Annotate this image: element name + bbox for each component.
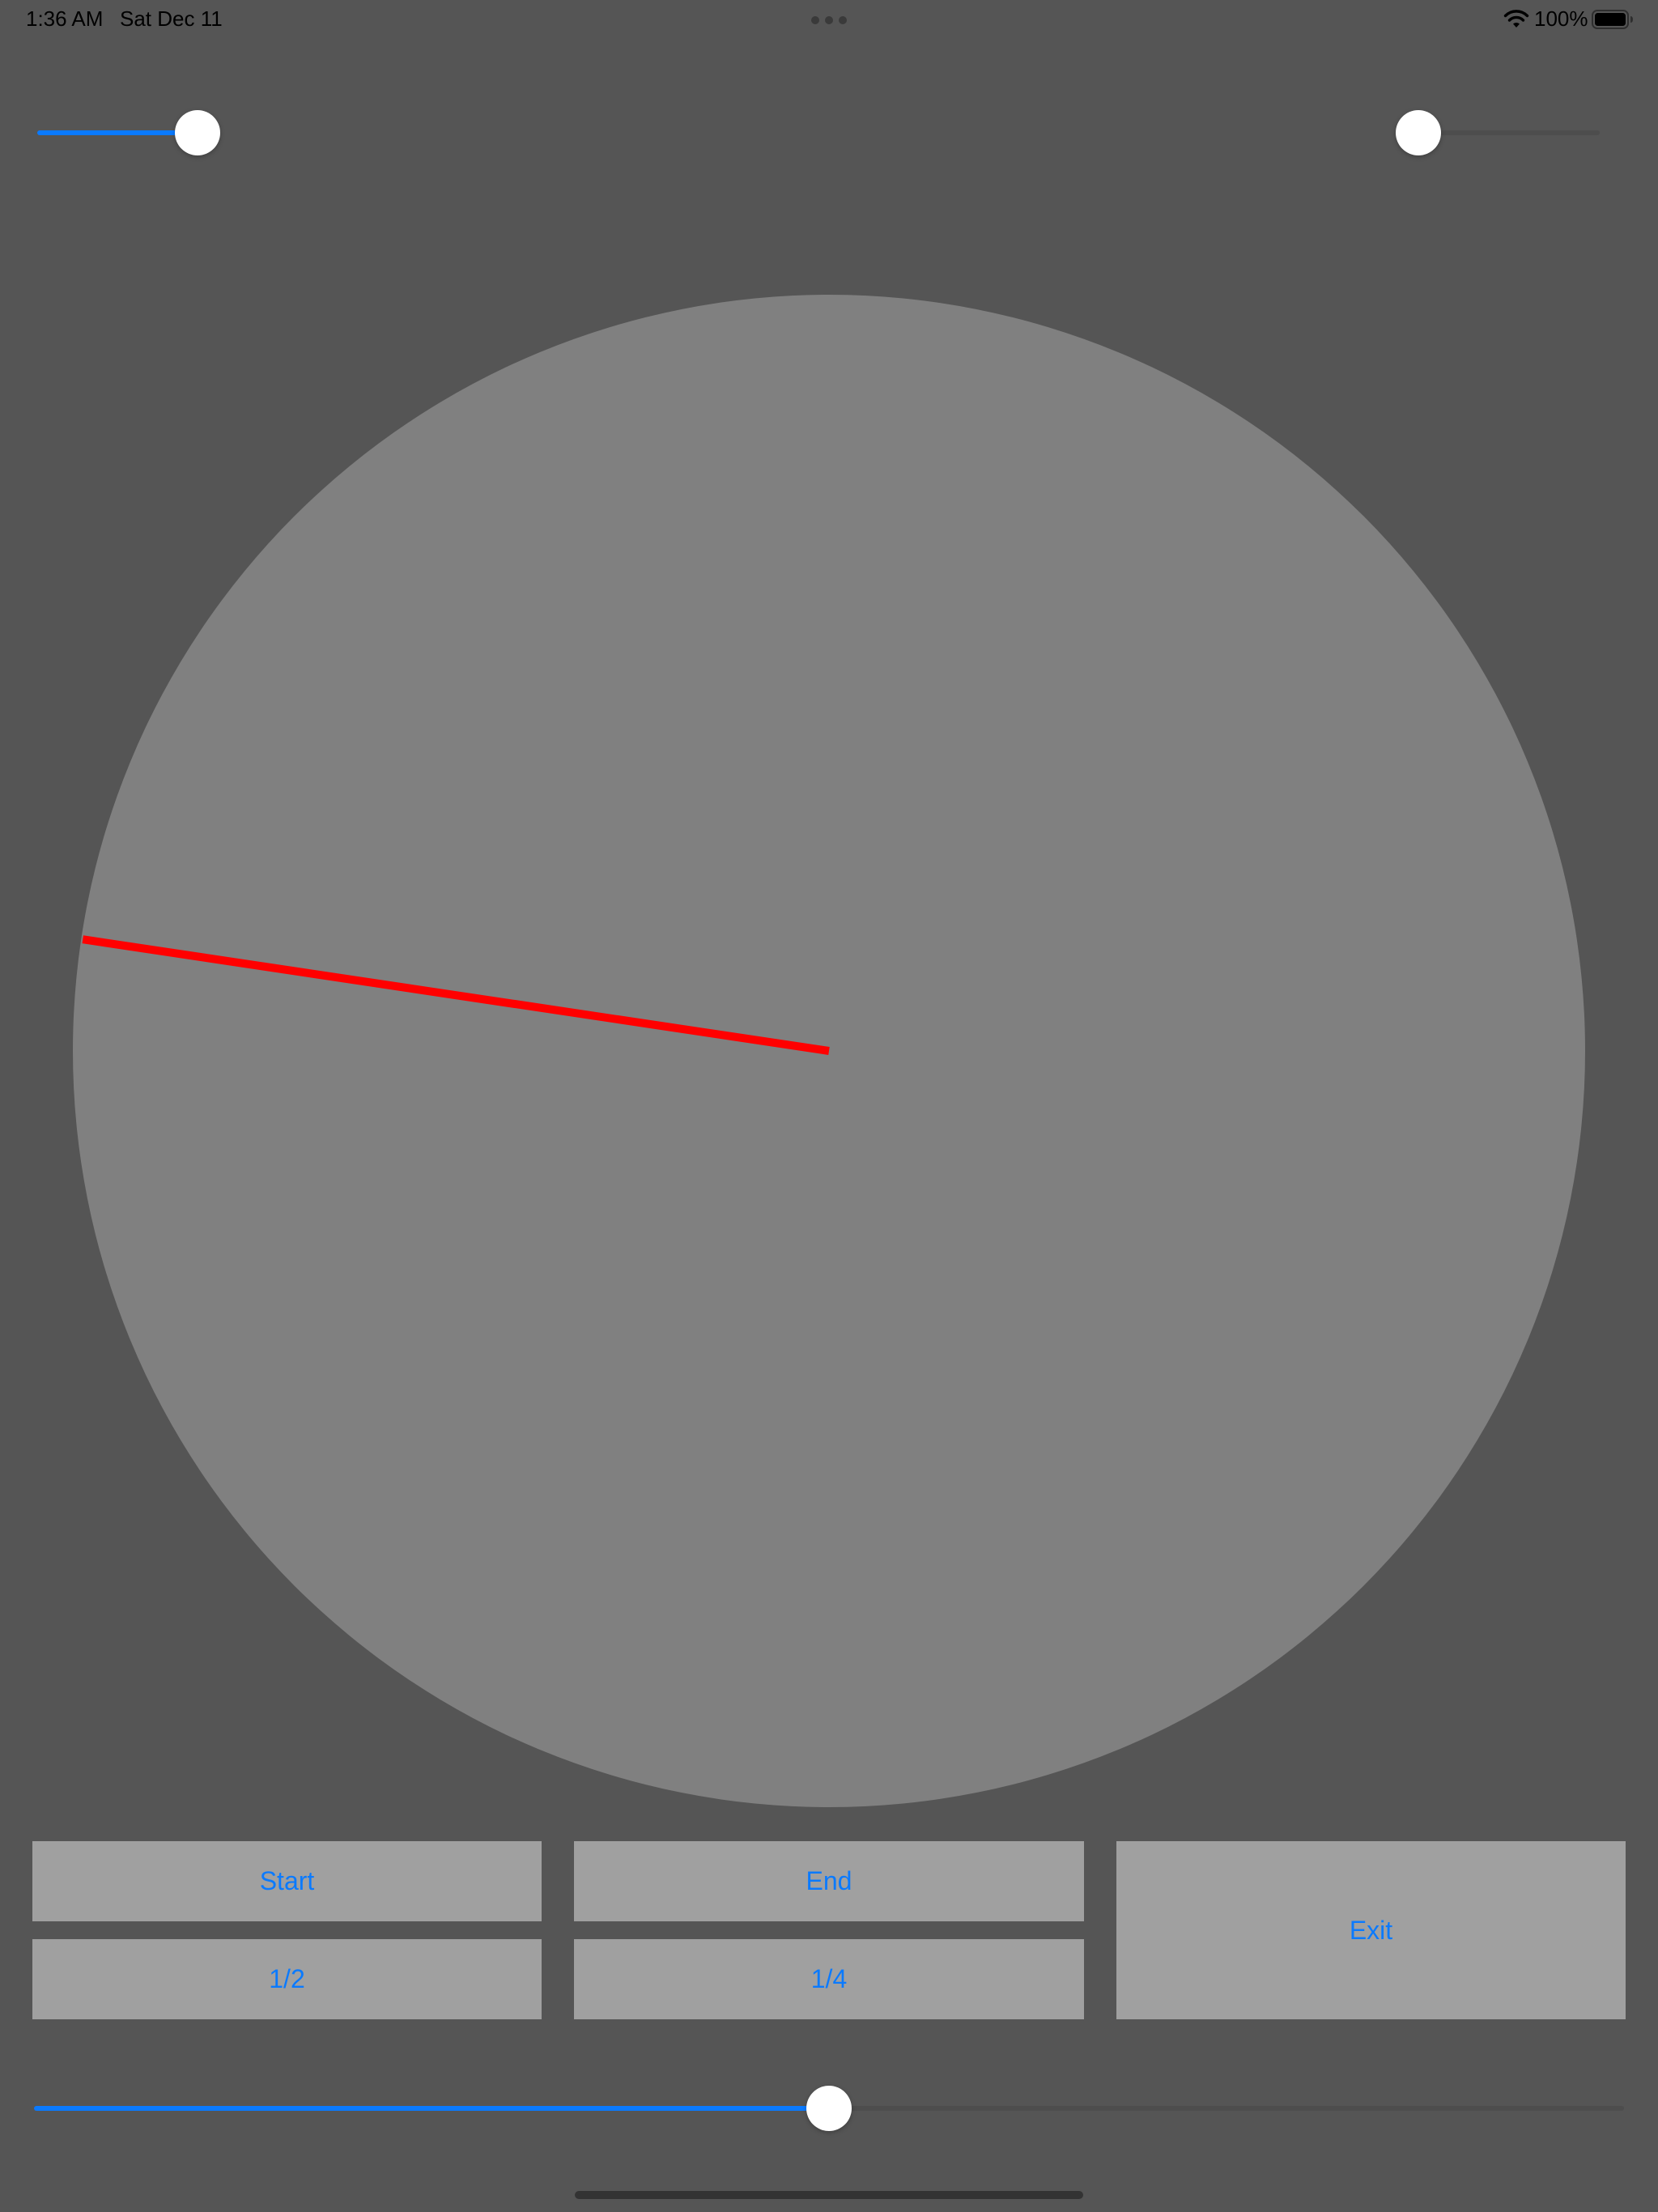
slider-fill: [34, 2106, 829, 2111]
start-button[interactable]: Start: [32, 1841, 542, 1921]
home-indicator[interactable]: [575, 2191, 1083, 2199]
half-button[interactable]: 1/2: [32, 1939, 542, 2019]
exit-button[interactable]: Exit: [1116, 1841, 1626, 2019]
bottom-slider[interactable]: [34, 2086, 1624, 2131]
dial[interactable]: [0, 0, 1658, 1841]
quarter-button[interactable]: 1/4: [574, 1939, 1084, 2019]
slider-thumb[interactable]: [806, 2086, 852, 2131]
end-button[interactable]: End: [574, 1841, 1084, 1921]
